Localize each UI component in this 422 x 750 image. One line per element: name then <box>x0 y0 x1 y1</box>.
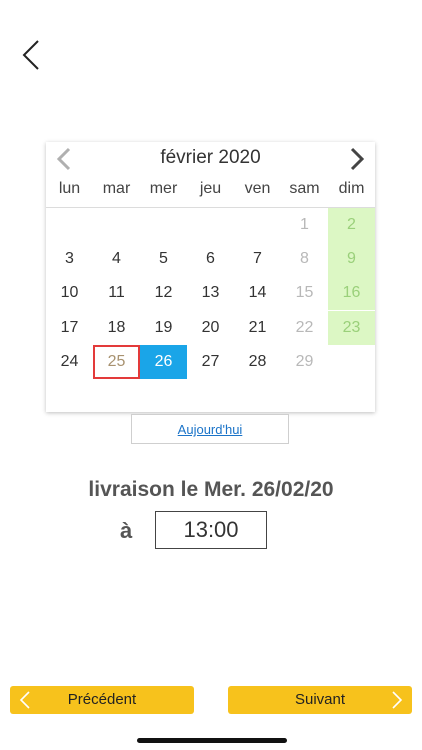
at-label: à <box>120 518 133 543</box>
calendar-day[interactable]: 15 <box>281 276 328 310</box>
calendar-day[interactable]: 14 <box>234 276 281 310</box>
calendar-day[interactable]: 4 <box>93 242 140 276</box>
calendar-day <box>93 208 140 242</box>
calendar-day[interactable]: 18 <box>93 311 140 345</box>
calendar-header: février 2020 <box>46 142 375 174</box>
next-month-button[interactable] <box>343 146 369 172</box>
calendar-day[interactable]: 5 <box>140 242 187 276</box>
calendar-day <box>234 208 281 242</box>
weekday-header-row: lun mar mer jeu ven sam dim <box>46 180 375 206</box>
calendar-day[interactable]: 3 <box>46 242 93 276</box>
calendar-day[interactable]: 20 <box>187 311 234 345</box>
back-button[interactable] <box>18 38 48 72</box>
calendar-day[interactable]: 25 <box>93 344 140 379</box>
next-button[interactable]: Suivant <box>228 686 412 714</box>
calendar-day[interactable]: 1 <box>281 208 328 242</box>
delivery-time-field[interactable]: 13:00 <box>155 511 267 549</box>
calendar-day[interactable]: 17 <box>46 311 93 345</box>
previous-button-label: Précédent <box>67 691 137 708</box>
calendar-day[interactable]: 22 <box>281 311 328 345</box>
calendar-day[interactable]: 26 <box>140 344 187 379</box>
delivery-date-label: livraison le Mer. 26/02/20 <box>88 478 334 501</box>
chevron-left-icon <box>19 691 30 709</box>
weekday-label: mar <box>102 180 131 197</box>
weekday-label: jeu <box>199 180 222 197</box>
weekday-label: dim <box>338 180 365 197</box>
calendar-day[interactable]: 10 <box>46 276 93 310</box>
calendar-day[interactable]: 29 <box>281 345 328 379</box>
calendar-day[interactable]: 16 <box>328 276 375 311</box>
calendar-day <box>328 345 375 379</box>
chevron-right-icon <box>392 691 403 709</box>
calendar-day[interactable]: 6 <box>187 242 234 276</box>
calendar-day[interactable]: 19 <box>140 311 187 345</box>
calendar-day[interactable]: 12 <box>140 276 187 310</box>
weekday-label: sam <box>289 180 320 197</box>
calendar-day[interactable]: 11 <box>93 276 140 310</box>
calendar-day[interactable]: 9 <box>328 242 375 277</box>
next-button-label: Suivant <box>294 691 346 708</box>
calendar-day <box>187 208 234 242</box>
calendar-day[interactable]: 24 <box>46 345 93 379</box>
calendar-day[interactable]: 21 <box>234 311 281 345</box>
previous-button[interactable]: Précédent <box>10 686 194 714</box>
today-button[interactable]: Aujourd'hui <box>131 414 289 444</box>
weekday-label: lun <box>58 180 81 197</box>
calendar-day <box>46 208 93 242</box>
calendar-day[interactable]: 8 <box>281 242 328 276</box>
month-title: février 2020 <box>160 147 261 168</box>
home-indicator <box>137 738 287 743</box>
chevron-right-icon <box>350 147 365 171</box>
calendar-day[interactable]: 2 <box>328 208 375 242</box>
chevron-left-icon <box>22 40 39 70</box>
calendar-day[interactable]: 27 <box>187 345 234 379</box>
calendar-day[interactable]: 7 <box>234 242 281 276</box>
calendar-day <box>140 208 187 242</box>
calendar-day[interactable]: 28 <box>234 345 281 379</box>
calendar: février 2020 lun mar mer jeu ven sam dim… <box>46 142 375 412</box>
calendar-day[interactable]: 13 <box>187 276 234 310</box>
weekday-label: ven <box>244 180 271 197</box>
calendar-day[interactable]: 23 <box>328 310 375 345</box>
weekday-label: mer <box>149 180 178 197</box>
